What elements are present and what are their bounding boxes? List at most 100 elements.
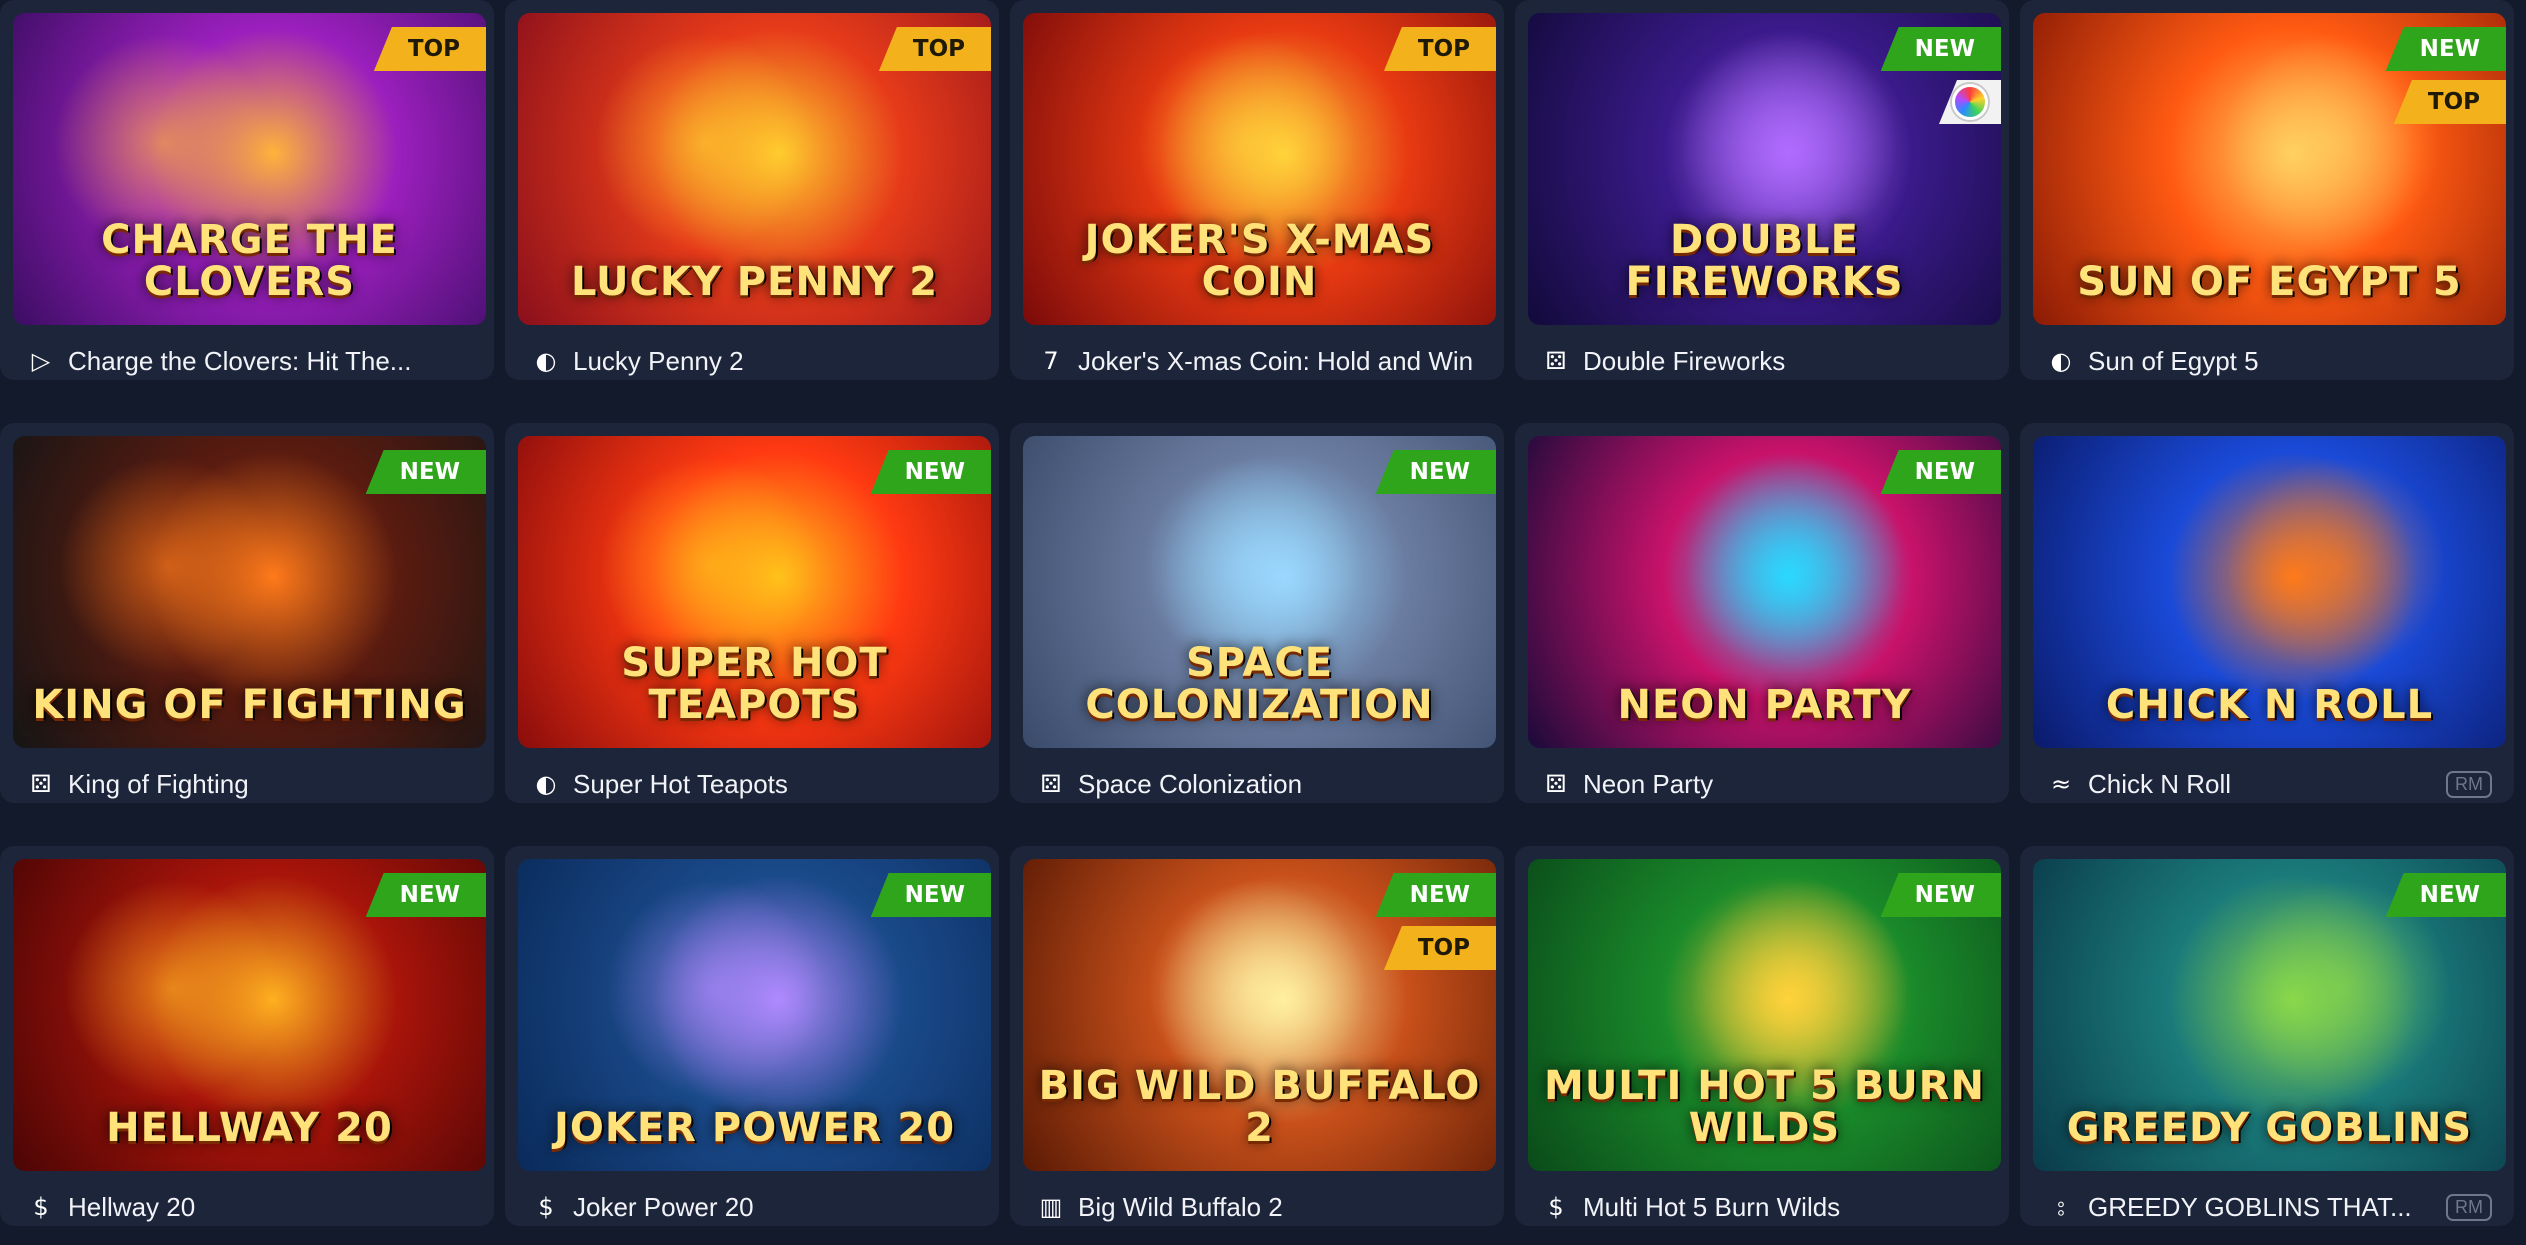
game-caption[interactable]: ⚄ King of Fighting <box>26 761 472 803</box>
top-badge: TOP <box>2393 80 2506 124</box>
game-card[interactable]: SUN OF EGYPT 5 NEW TOP ◐ Sun of Egypt 5 <box>2020 0 2514 380</box>
game-caption[interactable]: ⚄ Neon Party <box>1541 761 1987 803</box>
coin-d-icon: ◐ <box>535 770 557 798</box>
game-card[interactable]: HELLWAY 20 NEW $ Hellway 20 <box>0 846 494 1226</box>
game-card[interactable]: JOKER POWER 20 NEW $ Joker Power 20 <box>505 846 999 1226</box>
game-thumbnail[interactable]: MULTI HOT 5 BURN WILDS NEW <box>1528 859 2001 1171</box>
game-title[interactable]: Joker Power 20 <box>573 1192 977 1223</box>
new-badge: NEW <box>1880 450 2001 494</box>
artwork-glow <box>1684 456 1904 676</box>
game-art-title: CHICK N ROLL <box>2105 682 2434 728</box>
game-caption[interactable]: ▥ Big Wild Buffalo 2 <box>1036 1184 1482 1226</box>
game-caption[interactable]: ◐ Sun of Egypt 5 <box>2046 338 2492 380</box>
game-art-title: CHARGE THE CLOVERS <box>101 217 398 305</box>
game-thumbnail[interactable]: KING OF FIGHTING NEW <box>13 436 486 748</box>
game-art-title: JOKER'S X-MAS COIN <box>1084 217 1435 305</box>
rm-badge: RM <box>2446 770 2492 798</box>
game-caption[interactable]: $ Hellway 20 <box>26 1184 472 1226</box>
top-badge: TOP <box>1383 27 1496 71</box>
game-art-title: DOUBLE FIREWORKS <box>1625 217 1904 305</box>
new-badge: NEW <box>2385 873 2506 917</box>
game-caption[interactable]: $ Joker Power 20 <box>531 1184 977 1226</box>
game-thumbnail[interactable]: DOUBLE FIREWORKS NEW <box>1528 13 2001 325</box>
game-title[interactable]: Big Wild Buffalo 2 <box>1078 1192 1482 1223</box>
game-art-title: SPACE COLONIZATION <box>1085 640 1434 728</box>
game-card[interactable]: GREEDY GOBLINS NEW ⦂ GREEDY GOBLINS THAT...… <box>2020 846 2514 1226</box>
game-art-title: SUPER HOT TEAPOTS <box>621 640 888 728</box>
game-art-title: NEON PARTY <box>1617 682 1912 728</box>
game-thumbnail[interactable]: SUPER HOT TEAPOTS NEW <box>518 436 991 748</box>
artwork-glow <box>63 879 283 1099</box>
game-caption[interactable]: ◐ Super Hot Teapots <box>531 761 977 803</box>
dice-icon: ⚄ <box>1545 347 1567 375</box>
game-card[interactable]: DOUBLE FIREWORKS NEW ⚄ Double Fireworks <box>1515 0 2009 380</box>
play-triangle-icon: ▷ <box>31 347 51 375</box>
game-card[interactable]: BIG WILD BUFFALO 2 NEW TOP ▥ Big Wild Buffal… <box>1010 846 1504 1226</box>
game-caption[interactable]: ⦂ GREEDY GOBLINS THAT... RM <box>2046 1184 2492 1226</box>
game-card[interactable]: MULTI HOT 5 BURN WILDS NEW $ Multi Hot 5 Bu… <box>1515 846 2009 1226</box>
game-thumbnail[interactable]: JOKER POWER 20 NEW <box>518 859 991 1171</box>
new-badge: NEW <box>2385 27 2506 71</box>
game-caption[interactable]: $ Multi Hot 5 Burn Wilds <box>1541 1184 1987 1226</box>
game-caption[interactable]: 7 Joker's X-mas Coin: Hold and Win <box>1036 338 1482 380</box>
game-card[interactable]: KING OF FIGHTING NEW ⚄ King of Fighting <box>0 423 494 803</box>
slot-s-icon: $ <box>538 1193 554 1221</box>
rm-badge: RM <box>2446 1193 2492 1221</box>
game-thumbnail[interactable]: NEON PARTY NEW <box>1528 436 2001 748</box>
game-title[interactable]: GREEDY GOBLINS THAT... <box>2088 1192 2434 1223</box>
ds-icon: ⦂ <box>2057 1193 2065 1221</box>
game-thumbnail[interactable]: CHICK N ROLL <box>2033 436 2506 748</box>
game-thumbnail[interactable]: GREEDY GOBLINS NEW <box>2033 859 2506 1171</box>
game-title[interactable]: Sun of Egypt 5 <box>2088 346 2492 377</box>
game-card[interactable]: JOKER'S X-MAS COIN TOP 7 Joker's X-mas Coin… <box>1010 0 1504 380</box>
game-title[interactable]: Hellway 20 <box>68 1192 472 1223</box>
game-card[interactable]: NEON PARTY NEW ⚄ Neon Party <box>1515 423 2009 803</box>
game-card[interactable]: SPACE COLONIZATION NEW ⚄ Space Colonization <box>1010 423 1504 803</box>
game-title[interactable]: Multi Hot 5 Burn Wilds <box>1583 1192 1987 1223</box>
dice-icon: ⚄ <box>30 770 52 798</box>
chip-icon <box>1952 84 1988 120</box>
game-thumbnail[interactable]: LUCKY PENNY 2 TOP <box>518 13 991 325</box>
coin-d-icon: ◐ <box>535 347 557 375</box>
new-badge: NEW <box>1375 450 1496 494</box>
game-art-title: LUCKY PENNY 2 <box>570 259 939 305</box>
new-badge: NEW <box>870 450 991 494</box>
game-art-title: SUN OF EGYPT 5 <box>2077 259 2462 305</box>
game-title[interactable]: Joker's X-mas Coin: Hold and Win <box>1078 346 1482 377</box>
game-caption[interactable]: ⚄ Double Fireworks <box>1541 338 1987 380</box>
game-thumbnail[interactable]: HELLWAY 20 NEW <box>13 859 486 1171</box>
top-badge: TOP <box>373 27 486 71</box>
game-caption[interactable]: ⚄ Space Colonization <box>1036 761 1482 803</box>
game-card[interactable]: CHICK N ROLL ≈ Chick N Roll RM <box>2020 423 2514 803</box>
new-badge: NEW <box>1880 873 2001 917</box>
game-title[interactable]: Lucky Penny 2 <box>573 346 977 377</box>
game-caption[interactable]: ▷ Charge the Clovers: Hit The... <box>26 338 472 380</box>
dice-icon: ⚄ <box>1545 770 1567 798</box>
game-thumbnail[interactable]: CHARGE THE CLOVERS TOP <box>13 13 486 325</box>
coin-d-icon: ◐ <box>2050 347 2072 375</box>
game-art-title: MULTI HOT 5 BURN WILDS <box>1544 1063 1985 1151</box>
game-caption[interactable]: ◐ Lucky Penny 2 <box>531 338 977 380</box>
dollar-icon: $ <box>1548 1193 1564 1221</box>
game-card[interactable]: CHARGE THE CLOVERS TOP ▷ Charge the Clovers… <box>0 0 494 380</box>
game-caption[interactable]: ≈ Chick N Roll RM <box>2046 761 2492 803</box>
game-grid: CHARGE THE CLOVERS TOP ▷ Charge the Clovers… <box>0 0 2526 1245</box>
game-thumbnail[interactable]: SPACE COLONIZATION NEW <box>1023 436 1496 748</box>
game-card[interactable]: LUCKY PENNY 2 TOP ◐ Lucky Penny 2 <box>505 0 999 380</box>
game-title[interactable]: Chick N Roll <box>2088 769 2434 800</box>
game-thumbnail[interactable]: SUN OF EGYPT 5 NEW TOP <box>2033 13 2506 325</box>
game-thumbnail[interactable]: BIG WILD BUFFALO 2 NEW TOP <box>1023 859 1496 1171</box>
game-title[interactable]: Charge the Clovers: Hit The... <box>68 346 472 377</box>
game-title[interactable]: King of Fighting <box>68 769 472 800</box>
game-title[interactable]: Neon Party <box>1583 769 1987 800</box>
game-thumbnail[interactable]: JOKER'S X-MAS COIN TOP <box>1023 13 1496 325</box>
new-badge: NEW <box>1880 27 2001 71</box>
top-badge: TOP <box>1383 926 1496 970</box>
game-art-title: BIG WILD BUFFALO 2 <box>1038 1063 1481 1151</box>
game-title[interactable]: Super Hot Teapots <box>573 769 977 800</box>
game-title[interactable]: Double Fireworks <box>1583 346 1987 377</box>
game-card[interactable]: SUPER HOT TEAPOTS NEW ◐ Super Hot Teapots <box>505 423 999 803</box>
game-title[interactable]: Space Colonization <box>1078 769 1482 800</box>
game-art-title: HELLWAY 20 <box>106 1105 393 1151</box>
artwork-glow <box>595 33 815 253</box>
